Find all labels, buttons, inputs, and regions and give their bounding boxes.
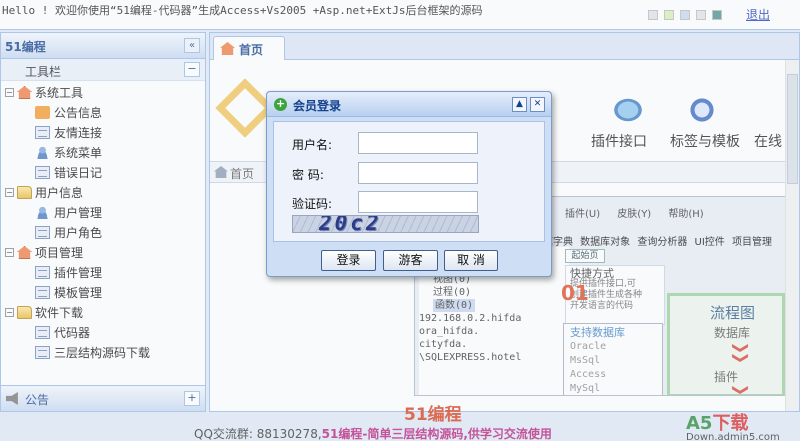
- guest-button[interactable]: 游客: [383, 250, 438, 271]
- cancel-button[interactable]: 取 消: [444, 250, 498, 271]
- add-circle-icon: +: [274, 97, 287, 111]
- captcha-label: 验证码:: [292, 197, 333, 211]
- login-window-title: 会员登录: [293, 99, 342, 113]
- login-button[interactable]: 登录: [321, 250, 376, 271]
- captcha-input[interactable]: [358, 191, 478, 213]
- username-input[interactable]: [358, 132, 478, 154]
- login-form: 用户名: 密 码: 验证码: 20c2: [273, 121, 545, 242]
- login-button-bar: 登录 游客 取 消: [267, 250, 551, 274]
- captcha-image[interactable]: 20c2: [292, 215, 479, 233]
- close-icon[interactable]: ✕: [530, 97, 545, 112]
- login-window-header[interactable]: + 会员登录 ▲ ✕: [267, 92, 551, 117]
- password-input[interactable]: [358, 162, 478, 184]
- login-window: + 会员登录 ▲ ✕ 用户名: 密 码: 验证码: 20c2 登录 游客 取 消: [266, 91, 552, 277]
- collapse-up-icon[interactable]: ▲: [512, 97, 527, 112]
- password-label: 密 码:: [292, 168, 324, 182]
- username-label: 用户名:: [292, 138, 333, 152]
- captcha-noise: [293, 216, 478, 232]
